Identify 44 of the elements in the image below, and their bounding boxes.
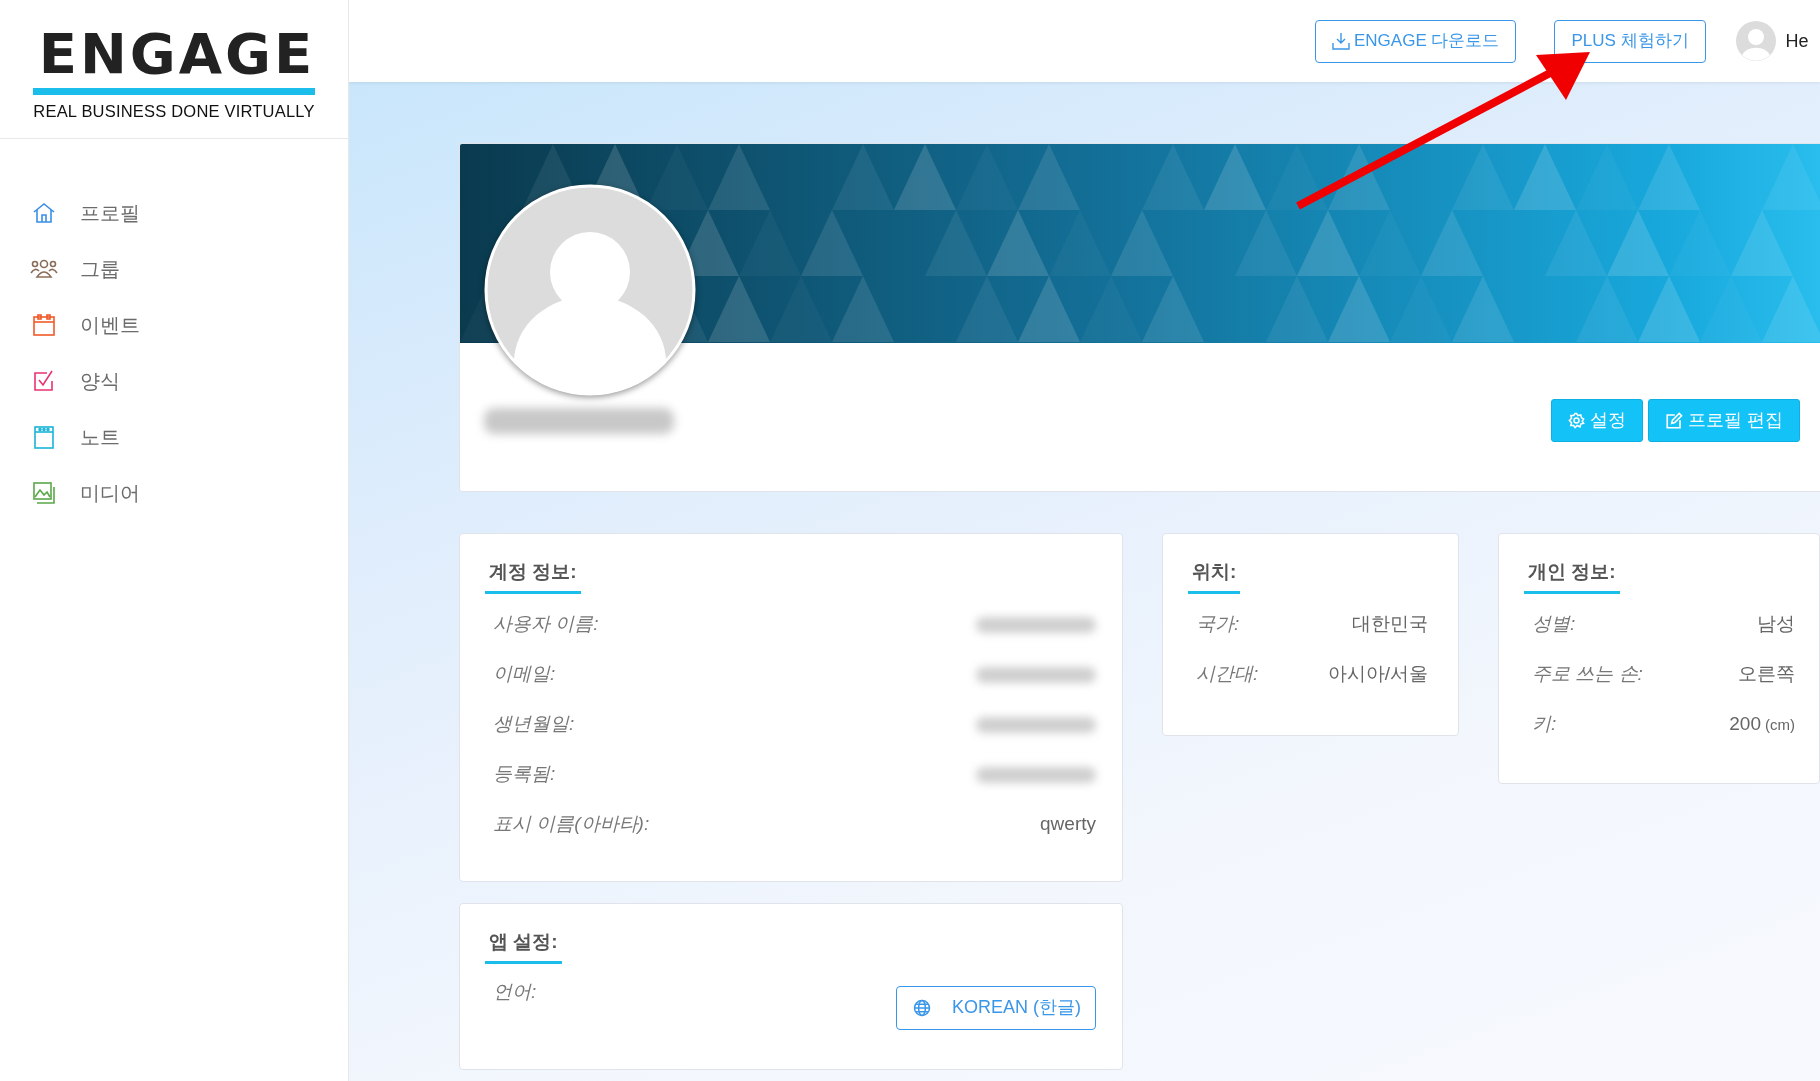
card-title: 개인 정보:	[1524, 558, 1620, 594]
field-label: 국가:	[1196, 612, 1240, 637]
card-title: 앱 설정:	[485, 928, 562, 964]
field-value: 남성	[1757, 612, 1795, 637]
home-icon	[32, 201, 56, 225]
field-label: 사용자 이름:	[493, 612, 599, 637]
field-label: 이메일:	[493, 662, 556, 687]
image-icon	[32, 481, 56, 505]
field-label: 등록됨:	[493, 762, 556, 787]
trial-button[interactable]: PLUS 체험하기	[1554, 19, 1706, 63]
language-select[interactable]: KOREAN (한글)	[896, 985, 1096, 1030]
logo-tagline: REAL BUSINESS DONE VIRTUALLY	[33, 101, 315, 122]
field-value: 200 (cm)	[1729, 712, 1795, 737]
avatar-icon[interactable]	[1735, 21, 1776, 61]
settings-icon	[1568, 412, 1585, 429]
edit-icon	[1665, 411, 1683, 430]
globe-icon	[913, 998, 931, 1017]
field-value: 오른쪽	[1738, 662, 1795, 687]
card-title: 위치:	[1188, 558, 1241, 594]
field-value: 아시아/서울	[1327, 662, 1429, 687]
field-label: 생년월일:	[493, 712, 575, 737]
field-label: 주로 쓰는 손:	[1532, 662, 1643, 687]
field-label: 성별:	[1532, 612, 1576, 637]
field-value: 대한민국	[1352, 612, 1429, 637]
sidebar-item[interactable]: 미디어	[28, 465, 348, 521]
sidebar-item[interactable]: 양식	[28, 353, 348, 409]
sidebar-item[interactable]: 노트	[28, 409, 348, 465]
download-button[interactable]: ENGAGE 다운로드	[1315, 19, 1517, 63]
user-name[interactable]: He	[1785, 27, 1809, 55]
field-label: 키:	[1532, 712, 1557, 737]
card-title: 계정 정보:	[485, 558, 581, 594]
calendar-icon	[32, 313, 56, 337]
checkbox-icon	[32, 369, 56, 393]
sidebar-item[interactable]: 프로필	[28, 185, 348, 241]
download-icon	[1332, 32, 1350, 50]
notepad-icon	[32, 425, 56, 449]
sidebar-item[interactable]: 이벤트	[28, 297, 348, 353]
field-label: 언어:	[493, 979, 537, 1004]
sidebar-item[interactable]: 그룹	[28, 241, 348, 297]
logo-wordmark: ENGAGE	[32, 26, 316, 95]
people-icon	[30, 258, 58, 280]
field-label: 표시 이름(아바타):	[493, 812, 650, 837]
field-label: 시간대:	[1196, 662, 1259, 687]
field-value: qwerty	[1040, 812, 1096, 837]
